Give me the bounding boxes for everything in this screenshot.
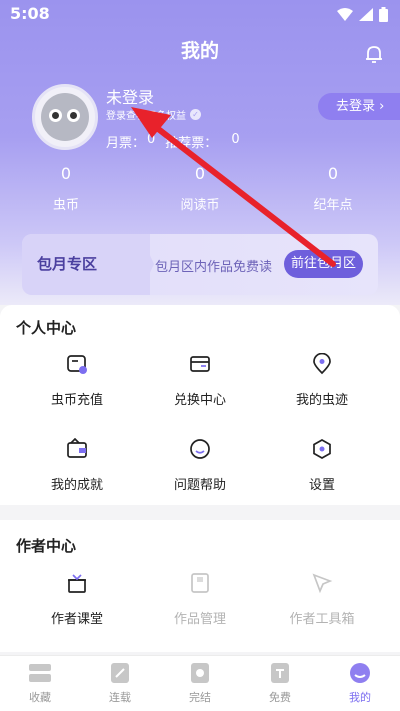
monthly-zone-banner[interactable]: 包月专区 包月区内作品免费读 前往包月区 (22, 234, 378, 295)
grid-item-recharge[interactable]: 虫币充值 (11, 353, 143, 408)
signal-icon (359, 8, 373, 21)
page-title: 我的 (180, 40, 219, 62)
smile-icon (190, 439, 210, 459)
monthly-ticket-label: 月票： (106, 136, 146, 151)
author-center-card: 作者中心 作者课堂 作品管理 作者工具箱 (0, 520, 400, 652)
serial-icon (111, 663, 129, 683)
status-icons (337, 7, 388, 22)
login-subtitle-text: 登录查看更多权益 (106, 111, 186, 122)
recommend-ticket-value: 0 (231, 132, 240, 147)
stat-era-points[interactable]: 0 纪年点 (283, 164, 383, 213)
tab-label: 连载 (109, 691, 131, 704)
tab-favorites[interactable]: 收藏 (0, 662, 80, 705)
monthly-zone-button[interactable]: 前往包月区 (284, 250, 363, 278)
stat-coins[interactable]: 0 虫币 (16, 164, 116, 213)
grid-item-label: 作者工具箱 (289, 612, 355, 627)
wallet-icon (67, 355, 87, 374)
check-icon: ✓ (190, 109, 201, 120)
go-login-label: 去登录 (336, 99, 376, 114)
tab-serial[interactable]: 连载 (80, 662, 160, 705)
grid-item-label: 虫币充值 (50, 393, 103, 408)
personal-center-card: 个人中心 虫币充值 兑换中心 我的虫迹 我的成就 问题帮助 设置 (0, 305, 400, 505)
recommend-ticket-label: 推荐票： (165, 136, 218, 151)
grid-item-works-management[interactable]: 作品管理 (134, 572, 266, 627)
tab-label: 免费 (269, 691, 291, 704)
grid-item-label: 兑换中心 (173, 393, 226, 408)
wifi-icon (337, 8, 353, 21)
login-subtitle: 登录查看更多权益 ✓ (106, 107, 201, 122)
status-bar: 5:08 (0, 0, 400, 28)
grid-item-label: 作品管理 (173, 612, 226, 627)
finished-icon (191, 663, 209, 683)
tab-label: 我的 (349, 691, 371, 704)
stat-value: 0 (60, 164, 72, 183)
book-icon (191, 573, 209, 593)
tab-label: 完结 (189, 691, 211, 704)
battery-icon (379, 7, 388, 22)
grid-item-label: 设置 (308, 478, 335, 493)
grid-item-footprints[interactable]: 我的虫迹 (256, 353, 388, 408)
tab-free[interactable]: 免费 (240, 662, 320, 705)
grid-item-author-class[interactable]: 作者课堂 (11, 572, 143, 627)
avatar[interactable] (32, 84, 98, 150)
chevron-right-icon: › (379, 99, 385, 114)
tab-me[interactable]: 我的 (320, 662, 400, 705)
personal-center-title: 个人中心 (16, 319, 77, 337)
grid-item-help[interactable]: 问题帮助 (134, 438, 266, 493)
free-icon (271, 663, 289, 683)
grid-item-label: 我的虫迹 (295, 393, 348, 408)
grid-item-exchange[interactable]: 兑换中心 (134, 353, 266, 408)
tab-label: 收藏 (29, 691, 51, 704)
tickets-row: 月票： 0 推荐票： 0 (106, 132, 240, 151)
tab-finished[interactable]: 完结 (160, 662, 240, 705)
stat-label: 纪年点 (313, 198, 353, 213)
author-center-title: 作者中心 (16, 537, 77, 555)
mascot-avatar-icon (41, 93, 89, 141)
grid-item-achievements[interactable]: 我的成就 (11, 438, 143, 493)
grid-item-label: 我的成就 (50, 478, 103, 493)
login-title[interactable]: 未登录 (106, 84, 154, 108)
stat-value: 0 (327, 164, 339, 183)
grid-item-label: 作者课堂 (50, 612, 103, 627)
stat-label: 阅读币 (180, 198, 220, 213)
location-pin-icon (313, 353, 331, 375)
monthly-ticket-value: 0 (147, 132, 156, 147)
stat-reading-coins[interactable]: 0 阅读币 (150, 164, 250, 213)
cursor-icon (312, 573, 333, 594)
card-icon (190, 356, 210, 372)
stat-label: 虫币 (52, 198, 79, 213)
bookshelf-icon (29, 664, 51, 682)
go-login-button[interactable]: 去登录 › (318, 93, 400, 120)
settings-icon (313, 439, 331, 459)
stat-value: 0 (194, 164, 206, 183)
gift-box-icon (68, 574, 86, 593)
monthly-zone-title: 包月专区 (37, 255, 98, 273)
bell-icon[interactable] (363, 43, 385, 65)
me-icon (350, 663, 370, 683)
grid-item-author-toolbox[interactable]: 作者工具箱 (256, 572, 388, 627)
bottom-tab-bar: 收藏 连载 完结 免费 我的 (0, 655, 400, 711)
achievement-icon (67, 438, 87, 458)
monthly-zone-text: 包月区内作品免费读 (155, 260, 273, 275)
grid-item-settings[interactable]: 设置 (256, 438, 388, 493)
status-time: 5:08 (10, 4, 50, 23)
grid-item-label: 问题帮助 (173, 478, 226, 493)
